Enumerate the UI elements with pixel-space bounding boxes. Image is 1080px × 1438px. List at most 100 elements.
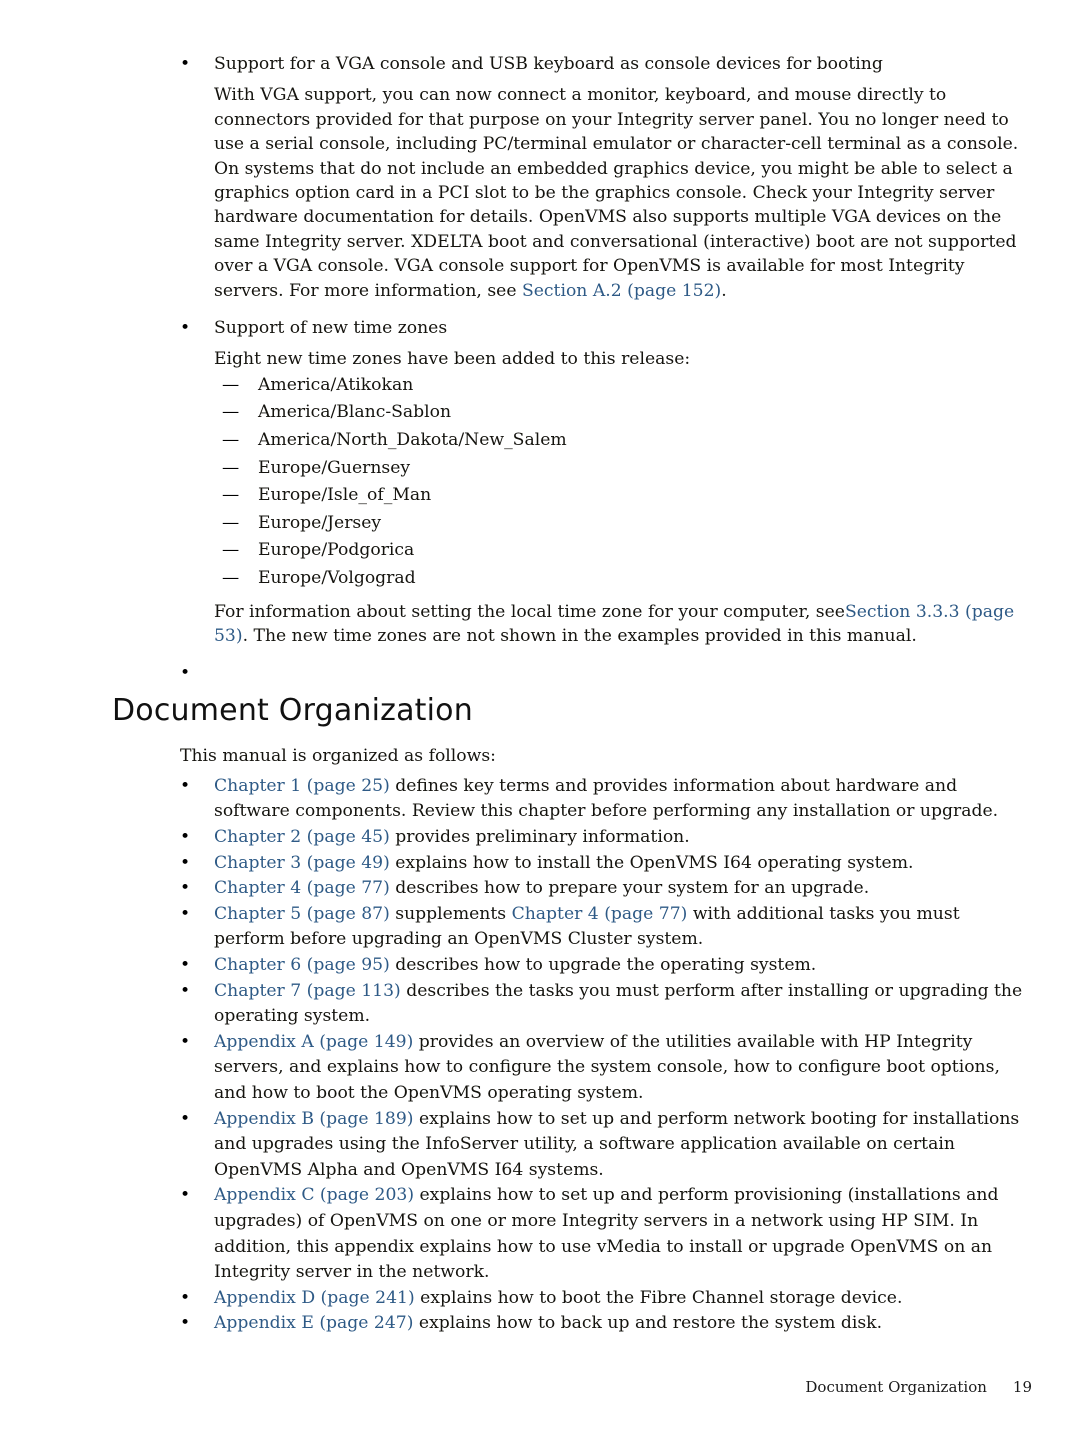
list-item-timezone: Europe/Jersey (214, 510, 1032, 538)
time-zones-outro: For information about setting the local … (214, 600, 1032, 649)
bullet-marker-icon (180, 1286, 194, 1310)
document-organization-intro: This manual is organized as follows: (180, 746, 496, 767)
list-item-timezone: America/Blanc-Sablon (214, 399, 1032, 427)
appendix-a-entry: Appendix A (page 149) provides an overvi… (214, 1030, 1032, 1107)
list-item-appendix-d: Appendix D (page 241) explains how to bo… (112, 1286, 1032, 1312)
dash-marker-icon (222, 482, 239, 510)
xref-appendix-a-link[interactable]: Appendix A (page 149) (214, 1032, 413, 1052)
dash-marker-icon (222, 427, 239, 455)
timezone-label: America/Blanc-Sablon (258, 402, 452, 423)
dash-marker-icon (222, 565, 239, 593)
list-item-chapter-1: Chapter 1 (page 25) defines key terms an… (112, 774, 1032, 825)
timezone-label: Europe/Isle_of_Man (258, 485, 432, 506)
bullet-marker-icon (180, 52, 194, 76)
list-item-timezone: Europe/Podgorica (214, 537, 1032, 565)
page-content: Support for a VGA console and USB keyboa… (112, 52, 1032, 1337)
list-item-timezone: America/North_Dakota/New_Salem (214, 427, 1032, 455)
list-item-chapter-4: Chapter 4 (page 77) describes how to pre… (112, 876, 1032, 902)
xref-chapter-5-link[interactable]: Chapter 5 (page 87) (214, 904, 390, 924)
list-item-timezone: Europe/Guernsey (214, 455, 1032, 483)
document-page: Support for a VGA console and USB keyboa… (0, 0, 1080, 1438)
chapter-1-entry: Chapter 1 (page 25) defines key terms an… (214, 774, 1032, 825)
list-item-appendix-a: Appendix A (page 149) provides an overvi… (112, 1030, 1032, 1107)
dash-marker-icon (222, 455, 239, 483)
appendix-c-entry: Appendix C (page 203) explains how to se… (214, 1183, 1032, 1285)
xref-chapter-1-link[interactable]: Chapter 1 (page 25) (214, 776, 390, 796)
chapter-6-description: describes how to upgrade the operating s… (389, 955, 817, 975)
bullet-marker-icon (180, 316, 194, 340)
feature-bullet-list: Support for a VGA console and USB keyboa… (112, 52, 1032, 661)
bullet-marker-icon (180, 876, 194, 900)
footer-page-number: 19 (1012, 1378, 1032, 1396)
bullet-marker-icon (180, 1183, 194, 1207)
dash-marker-icon (222, 372, 239, 400)
chapter-7-entry: Chapter 7 (page 113) describes the tasks… (214, 979, 1032, 1030)
page-footer: Document Organization 19 (112, 1378, 1032, 1396)
bullet-marker-icon (180, 661, 194, 685)
appendix-d-description: explains how to boot the Fibre Channel s… (414, 1287, 903, 1308)
xref-chapter-4-secondary-link[interactable]: Chapter 4 (page 77) (512, 904, 688, 924)
xref-chapter-3-link[interactable]: Chapter 3 (page 49) (214, 853, 390, 873)
dash-marker-icon (222, 537, 239, 565)
list-item-chapter-2: Chapter 2 (page 45) provides preliminary… (112, 825, 1032, 851)
xref-appendix-d-link[interactable]: Appendix D (page 241) (214, 1288, 415, 1308)
list-item-chapter-6: Chapter 6 (page 95) describes how to upg… (112, 953, 1032, 979)
bullet-marker-icon (180, 1030, 194, 1054)
list-item-appendix-b: Appendix B (page 189) explains how to se… (112, 1107, 1032, 1184)
chapter-5-entry: Chapter 5 (page 87) supplements Chapter … (214, 902, 1032, 953)
bullet-marker-icon (180, 979, 194, 1003)
timezone-label: America/Atikokan (258, 374, 414, 395)
page-title: Document Organization (112, 693, 473, 729)
chapter-5-description: supplements (389, 903, 512, 924)
xref-chapter-7-link[interactable]: Chapter 7 (page 113) (214, 981, 401, 1001)
bullet-marker-icon (180, 902, 194, 926)
bullet-marker-icon (180, 774, 194, 798)
timezone-label: America/North_Dakota/New_Salem (258, 430, 567, 451)
xref-appendix-b-link[interactable]: Appendix B (page 189) (214, 1109, 414, 1129)
time-zones-outro-text: For information about setting the local … (214, 601, 845, 622)
bullet-marker-icon (180, 851, 194, 875)
bullet-marker-icon (180, 953, 194, 977)
list-item-timezone: Europe/Isle_of_Man (214, 482, 1032, 510)
vga-console-title: Support for a VGA console and USB keyboa… (214, 54, 883, 74)
timezone-label: Europe/Podgorica (258, 540, 415, 561)
list-item-chapter-7: Chapter 7 (page 113) describes the tasks… (112, 979, 1032, 1030)
chapter-3-entry: Chapter 3 (page 49) explains how to inst… (214, 851, 1032, 877)
bullet-marker-icon (180, 1311, 194, 1335)
list-item-time-zones: Support of new time zones Eight new time… (112, 316, 1032, 648)
chapter-4-entry: Chapter 4 (page 77) describes how to pre… (214, 876, 1032, 902)
vga-paragraph-text: With VGA support, you can now connect a … (214, 85, 1019, 301)
dash-marker-icon (222, 510, 239, 538)
list-item-appendix-c: Appendix C (page 203) explains how to se… (112, 1183, 1032, 1285)
time-zones-intro: Eight new time zones have been added to … (214, 349, 691, 370)
footer-section-title: Document Organization (805, 1378, 987, 1396)
time-zones-outro-tail: . The new time zones are not shown in th… (242, 626, 917, 647)
xref-chapter-4-link[interactable]: Chapter 4 (page 77) (214, 878, 390, 898)
dash-marker-icon (222, 399, 239, 427)
timezone-label: Europe/Jersey (258, 512, 382, 533)
xref-chapter-2-link[interactable]: Chapter 2 (page 45) (214, 827, 390, 847)
chapter-list: Chapter 1 (page 25) defines key terms an… (112, 774, 1032, 1337)
time-zone-dash-list: America/Atikokan America/Blanc-Sablon Am… (214, 372, 1032, 593)
chapter-2-entry: Chapter 2 (page 45) provides preliminary… (214, 825, 1032, 851)
appendix-e-entry: Appendix E (page 247) explains how to ba… (214, 1311, 1032, 1337)
xref-appendix-e-link[interactable]: Appendix E (page 247) (214, 1313, 413, 1333)
bullet-marker-icon (180, 825, 194, 849)
time-zones-title: Support of new time zones (214, 318, 448, 339)
xref-appendix-c-link[interactable]: Appendix C (page 203) (214, 1185, 414, 1205)
chapter-6-entry: Chapter 6 (page 95) describes how to upg… (214, 953, 1032, 979)
bullet-marker-icon (180, 1107, 194, 1131)
list-item-vga-console: Support for a VGA console and USB keyboa… (112, 52, 1032, 303)
vga-paragraph-tail: . (721, 280, 727, 301)
xref-section-a2-link[interactable]: Section A.2 (page 152) (522, 281, 721, 301)
list-item-timezone: America/Atikokan (214, 372, 1032, 400)
list-item-timezone: Europe/Volgograd (214, 565, 1032, 593)
xref-chapter-6-link[interactable]: Chapter 6 (page 95) (214, 955, 390, 975)
